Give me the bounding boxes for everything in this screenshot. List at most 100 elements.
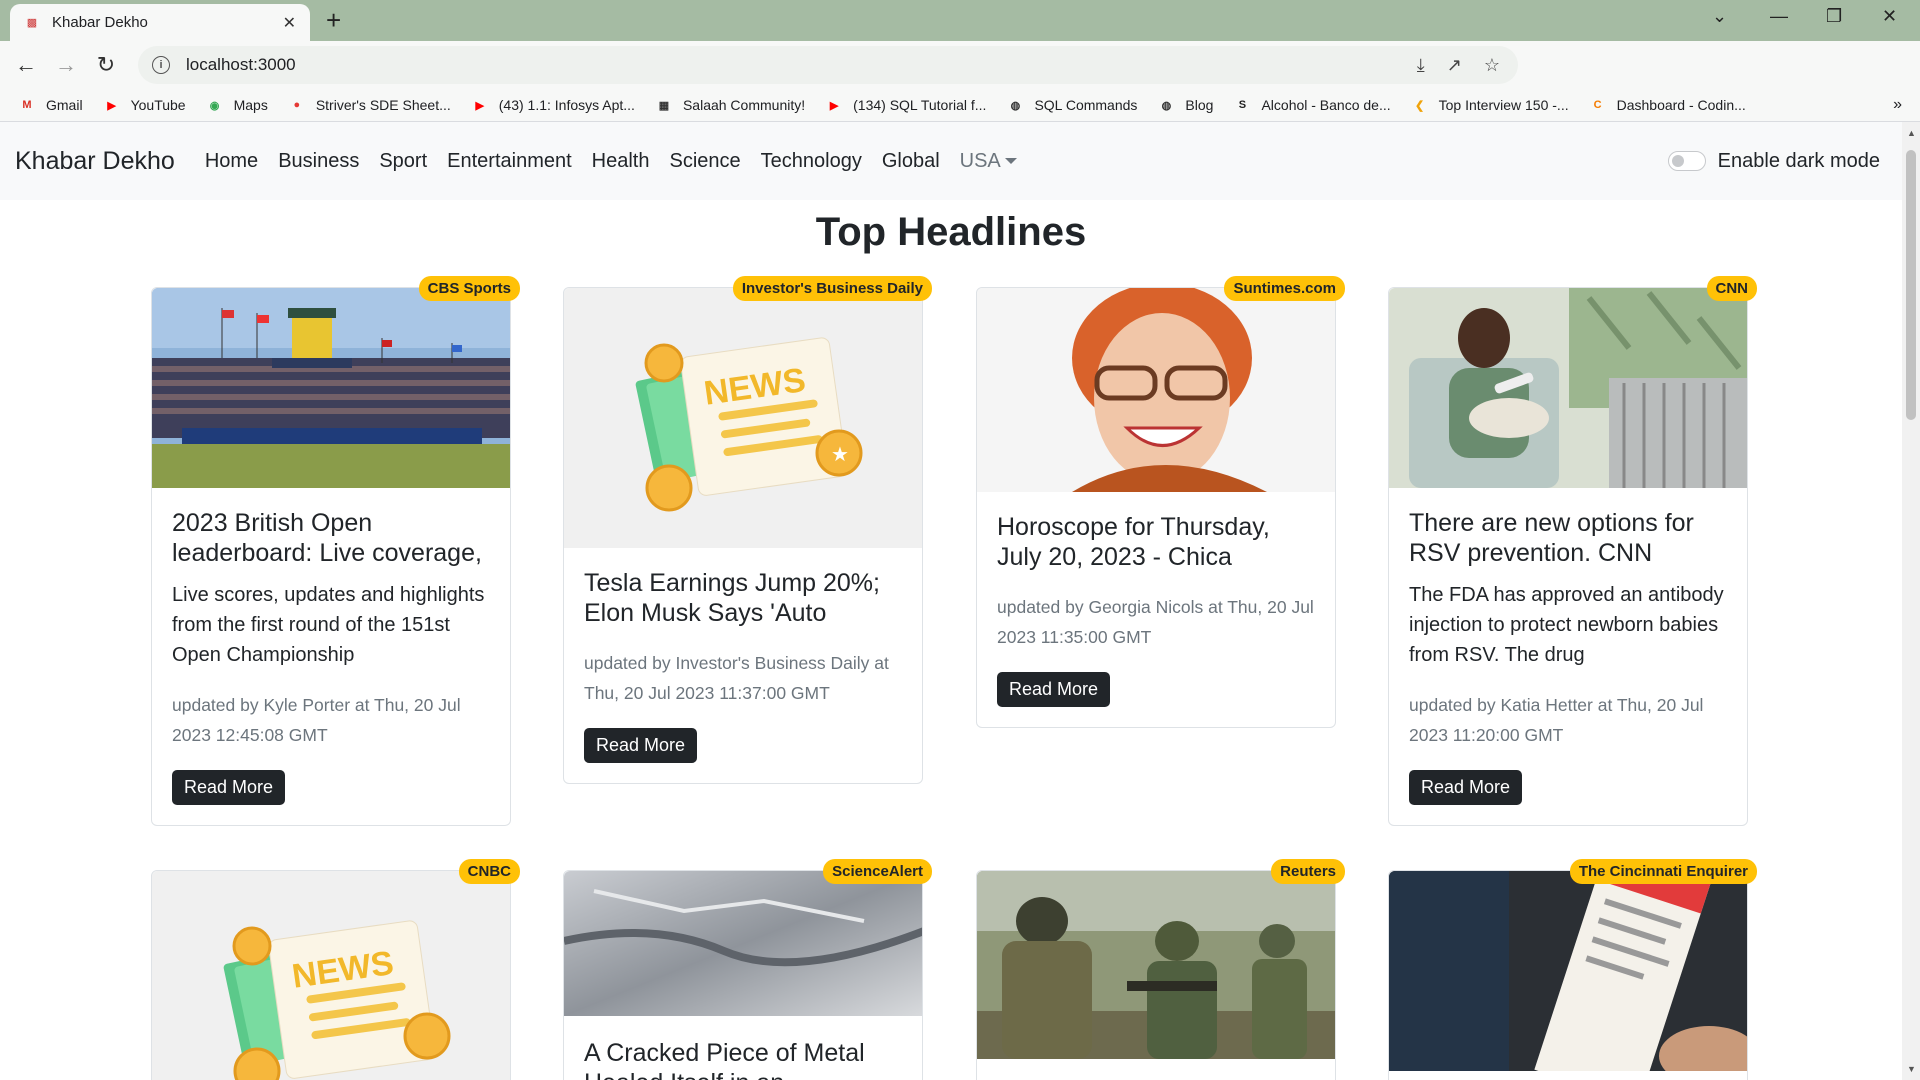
bookmark-item[interactable]: C Dashboard - Codin... [1589,97,1746,113]
s-icon: S [1238,99,1247,111]
read-more-button[interactable]: Read More [997,672,1111,707]
browser-tab[interactable]: ▩ Khabar Dekho ✕ [10,4,310,41]
news-card: ScienceAlert A Cracked Piece of Metal He… [563,859,932,1080]
bookmark-item[interactable]: ❮ Top Interview 150 -... [1411,97,1569,113]
bookmark-item[interactable]: ◍ Blog [1157,97,1214,113]
nav-link-health[interactable]: Health [592,150,650,173]
back-icon[interactable]: ← [6,45,46,85]
maps-icon: ◉ [209,99,220,112]
nav-link-entertainment[interactable]: Entertainment [447,150,572,173]
scroll-down-icon[interactable]: ▼ [1907,1064,1916,1074]
card-title: There are new options for RSV prevention… [1409,509,1694,567]
close-tab-icon[interactable]: ✕ [283,13,296,33]
minimize-icon[interactable]: — [1770,6,1788,27]
card-meta: updated by Kyle Porter at Thu, 20 Jul 20… [172,695,461,745]
page-scrollbar[interactable]: ▲ ▼ [1902,122,1920,1080]
bookmark-item[interactable]: ▶ (134) SQL Tutorial f... [825,97,987,113]
read-more-button[interactable]: Read More [1409,770,1523,805]
bookmark-item[interactable]: ● Striver's SDE Sheet... [288,97,451,113]
bookmark-label: YouTube [130,97,186,113]
card-meta: updated by Katia Hetter at Thu, 20 Jul 2… [1409,695,1704,745]
youtube-icon: ▶ [475,99,484,112]
bookmark-label: Alcohol - Banco de... [1261,97,1391,113]
nav-link-business[interactable]: Business [278,150,359,173]
card-meta: updated by Georgia Nicols at Thu, 20 Jul… [997,597,1314,647]
new-tab-icon[interactable]: + [326,6,341,34]
close-window-icon[interactable]: ✕ [1882,6,1897,27]
codingninjas-icon: C [1593,99,1602,111]
bookmarks-bar: M Gmail ▶ YouTube ◉ Maps ● Striver's SDE Sheet.… [0,89,1920,122]
caret-down-icon [1004,158,1017,165]
card-description: The FDA has approved an antibody injecti… [1409,584,1724,666]
site-brand[interactable]: Khabar Dekho [15,147,175,176]
scroll-up-icon[interactable]: ▲ [1907,128,1916,138]
globe-icon: ◍ [1010,99,1021,112]
bookmark-label: Dashboard - Codin... [1616,97,1746,113]
news-placeholder-image: NEWS [152,871,510,1080]
site-favicon-icon: ▩ [26,17,38,29]
web-page: Khabar Dekho Home Business Sport Enterta… [0,122,1902,1080]
bookmark-label: Striver's SDE Sheet... [315,97,451,113]
bookmark-item[interactable]: S Alcohol - Banco de... [1233,97,1391,113]
news-card: Suntimes.com Horoscope for Thursday, Jul… [976,276,1345,728]
news-image-mother-baby [1389,288,1747,488]
news-card: Investor's Business Daily NEWS ★ Tesla E… [563,276,932,784]
more-bookmarks-icon[interactable]: » [1893,96,1902,114]
news-placeholder-image: NEWS ★ [564,288,922,548]
tuf-icon: ● [293,99,301,111]
dark-mode-toggle[interactable] [1667,151,1706,171]
forward-icon[interactable]: → [46,45,86,85]
url-text: localhost:3000 [186,55,296,74]
news-card: CBS Sports 2023 British Open leaderboard… [151,276,520,826]
nav-link-science[interactable]: Science [669,150,740,173]
bookmark-label: (43) 1.1: Infosys Apt... [498,97,635,113]
source-badge: ScienceAlert [823,859,932,884]
news-card: CNBC NEWS [151,859,520,1080]
bookmark-star-icon[interactable]: ☆ [1484,55,1500,76]
card-description: Live scores, updates and highlights from… [172,584,485,666]
reload-icon[interactable]: ↻ [86,45,126,85]
nav-link-technology[interactable]: Technology [761,150,862,173]
bookmark-item[interactable]: ▦ Salaah Community! [655,97,805,113]
browser-toolbar: ← → ↻ i localhost:3000 ⤓ ↗ ☆ ▲ ▣ ▩ ❖ ◫ ●… [0,41,1920,113]
svg-text:★: ★ [831,444,849,466]
gmail-icon: M [22,99,32,111]
salaah-icon: ▦ [658,99,670,112]
bookmark-label: Top Interview 150 -... [1438,97,1569,113]
tab-search-chevron-icon[interactable]: ⌄ [1712,6,1727,27]
leetcode-icon: ❮ [1415,99,1425,112]
news-image-soldiers [977,871,1335,1059]
card-title: A Cracked Piece of Metal Healed Itself i… [584,1039,865,1080]
share-icon[interactable]: ↗ [1447,55,1462,76]
country-dropdown[interactable]: USA [960,150,1017,173]
bookmark-item[interactable]: M Gmail [18,97,82,113]
bookmark-item[interactable]: ▶ YouTube [103,97,186,113]
scrollbar-thumb[interactable] [1906,150,1916,420]
bookmark-label: SQL Commands [1034,97,1138,113]
news-image-lottery-ticket [1389,871,1747,1071]
bookmark-item[interactable]: ◉ Maps [206,97,268,113]
read-more-button[interactable]: Read More [584,728,698,763]
news-image-portrait [977,288,1335,492]
site-info-icon[interactable]: i [152,56,170,74]
source-badge: Reuters [1271,859,1345,884]
news-image-golf-stadium [152,288,510,488]
install-app-icon[interactable]: ⤓ [1417,55,1425,76]
source-badge: Investor's Business Daily [732,276,932,301]
bookmark-label: Maps [233,97,268,113]
card-title: Horoscope for Thursday, July 20, 2023 - … [997,513,1270,571]
dark-mode-label: Enable dark mode [1717,149,1880,172]
news-card: CNN There are new options for RSV preven… [1388,276,1757,826]
news-card: The Cincinnati Enquirer [1388,859,1757,1080]
address-bar[interactable]: i localhost:3000 ⤓ ↗ ☆ [138,46,1518,84]
restore-icon[interactable]: ❐ [1826,6,1842,27]
bookmark-item[interactable]: ◍ SQL Commands [1006,97,1138,113]
bookmark-item[interactable]: ▶ (43) 1.1: Infosys Apt... [471,97,635,113]
read-more-button[interactable]: Read More [172,770,286,805]
nav-link-sport[interactable]: Sport [379,150,427,173]
card-title: 2023 British Open leaderboard: Live cove… [172,509,482,567]
bookmark-label: Blog [1185,97,1214,113]
bookmark-label: Salaah Community! [682,97,806,113]
nav-link-home[interactable]: Home [205,150,258,173]
nav-link-global[interactable]: Global [882,150,940,173]
